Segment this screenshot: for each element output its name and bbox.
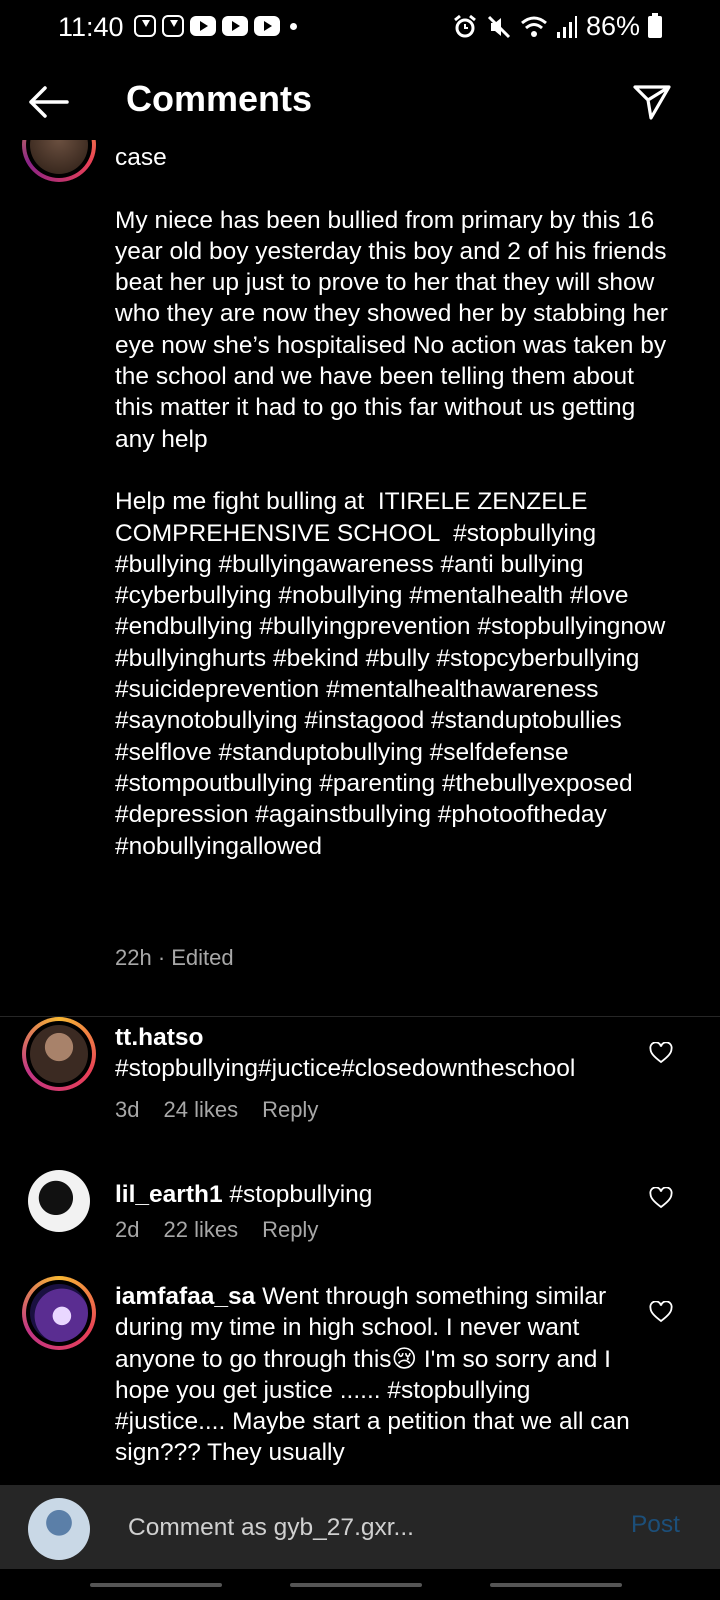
comment-time: 2d: [115, 1217, 140, 1242]
divider: [0, 1016, 720, 1017]
header: Comments: [0, 62, 720, 140]
avatar[interactable]: [22, 1276, 96, 1350]
comment-time: 3d: [115, 1097, 140, 1122]
comment-username[interactable]: iamfafaa_sa: [115, 1283, 255, 1310]
heart-icon: [649, 1042, 673, 1064]
comment-likes[interactable]: 22 likes: [163, 1217, 238, 1243]
comment-body: Went through something similar during my…: [115, 1283, 630, 1467]
download-icon: [134, 15, 156, 37]
comment-username[interactable]: tt.hatso: [115, 1024, 203, 1051]
alarm-icon: [454, 14, 476, 37]
reply-button[interactable]: Reply: [262, 1217, 318, 1243]
signal-icon: [556, 15, 577, 38]
author-avatar[interactable]: [22, 140, 96, 182]
nav-back-button[interactable]: [490, 1582, 622, 1587]
avatar[interactable]: [22, 1017, 96, 1091]
comment-meta: 3d 24 likes Reply: [115, 1097, 318, 1123]
home-button[interactable]: [290, 1582, 422, 1587]
like-button[interactable]: [645, 1037, 677, 1069]
comment-meta: 2d 22 likes Reply: [115, 1217, 318, 1243]
mute-icon: [487, 15, 511, 38]
comment-text: lil_earth1 #stopbullying: [115, 1179, 640, 1210]
comment-username[interactable]: lil_earth1: [115, 1181, 223, 1208]
comment-likes[interactable]: 24 likes: [163, 1097, 238, 1123]
comment-input[interactable]: [126, 1509, 570, 1547]
heart-icon: [649, 1301, 673, 1323]
post-button[interactable]: Post: [631, 1511, 680, 1539]
reply-button[interactable]: Reply: [262, 1097, 318, 1123]
download-icon: [162, 15, 184, 37]
comment-text: tt.hatso #stopbullying#juctice#closedown…: [115, 1022, 640, 1085]
caption-meta: 22h · Edited: [115, 945, 234, 970]
status-bar: 11:40 86%: [0, 0, 720, 54]
comments-feed[interactable]: case My niece has been bullied from prim…: [0, 140, 720, 1485]
avatar[interactable]: [22, 1164, 96, 1238]
battery-percent: 86%: [585, 11, 640, 41]
notification-icons: [134, 15, 297, 37]
wifi-icon: [520, 16, 547, 37]
comment-body: #stopbullying#juctice#closedowntheschool: [115, 1055, 576, 1083]
back-arrow-icon: [29, 86, 69, 118]
battery-icon: [648, 12, 662, 38]
youtube-icon: [254, 16, 280, 36]
back-button[interactable]: [24, 78, 72, 126]
comment-body: #stopbullying: [229, 1181, 373, 1208]
post-caption: case My niece has been bullied from prim…: [115, 144, 668, 860]
dot-icon: [290, 22, 297, 30]
youtube-icon: [190, 16, 216, 36]
status-time: 11:40: [58, 12, 124, 42]
recents-button[interactable]: [90, 1582, 222, 1587]
system-status: 86%: [452, 11, 662, 42]
like-button[interactable]: [645, 1296, 677, 1328]
page-title: Comments: [126, 78, 313, 119]
comment-text: iamfafaa_sa Went through something simil…: [115, 1281, 640, 1469]
system-nav-bar: [0, 1569, 720, 1600]
share-button[interactable]: [628, 78, 676, 126]
like-button[interactable]: [645, 1182, 677, 1214]
send-icon: [633, 85, 671, 120]
youtube-icon: [222, 16, 248, 36]
comment-input-bar: Post: [0, 1485, 720, 1569]
heart-icon: [649, 1187, 673, 1209]
my-avatar: [28, 1498, 90, 1560]
